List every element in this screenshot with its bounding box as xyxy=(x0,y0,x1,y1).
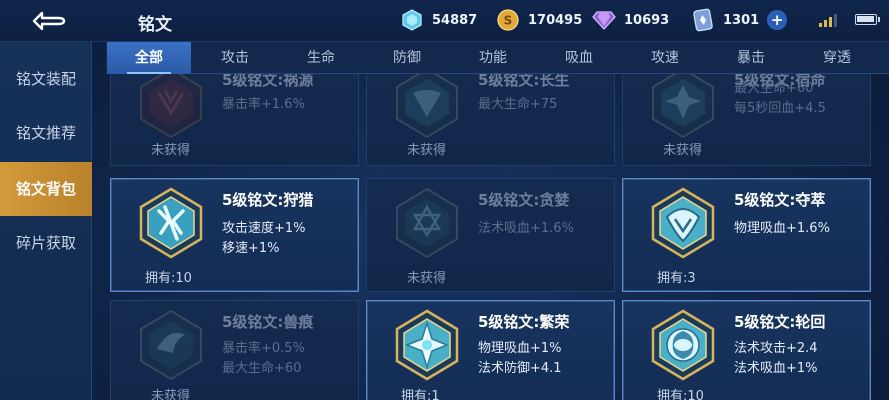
sidebar-item-inscription-bag[interactable]: 铭文背包 xyxy=(0,162,92,216)
svg-text:S: S xyxy=(504,14,513,28)
inscription-card[interactable]: 5级铭文:狩猎 攻击速度+1% 移速+1% 拥有:10 xyxy=(110,178,359,292)
inscription-status: 未获得 xyxy=(663,143,703,158)
inscription-name: 5级铭文:狩猎 xyxy=(222,191,314,209)
inscription-stat: 暴击率+1.6% xyxy=(222,97,305,112)
back-button[interactable] xyxy=(28,8,72,34)
coupon-value: 1301 xyxy=(723,12,760,28)
purple-crystal-icon xyxy=(592,8,616,32)
add-coupon-button[interactable]: + xyxy=(767,10,788,30)
inscription-emblem-icon xyxy=(140,74,202,139)
tab-attack-speed[interactable]: 攻速 xyxy=(623,42,707,74)
inscription-stat: 最大生命+60 xyxy=(734,81,814,96)
tab-defense[interactable]: 防御 xyxy=(365,42,449,74)
inscription-stat: 移速+1% xyxy=(222,241,280,256)
tab-penetration[interactable]: 穿透 xyxy=(795,42,879,74)
tab-utility[interactable]: 功能 xyxy=(451,42,535,74)
sidebar-item-inscription-equip[interactable]: 铭文装配 xyxy=(0,52,92,106)
category-tabs: 全部 攻击 生命 防御 功能 吸血 攻速 暴击 穿透 xyxy=(106,42,889,74)
inscription-name: 5级铭文:祸源 xyxy=(222,74,314,89)
inscription-grid: 5级铭文:祸源 暴击率+1.6% 未获得 5级铭文:长生 最大生命+75 未获得… xyxy=(110,74,889,400)
inscription-name: 5级铭文:贪婪 xyxy=(478,191,570,209)
inscription-emblem-icon xyxy=(396,74,458,139)
coupon-card-icon xyxy=(691,8,715,32)
sidebar-item-inscription-recommend[interactable]: 铭文推荐 xyxy=(0,106,92,160)
beast-mark-inscription-icon xyxy=(140,309,202,381)
inscription-stat: 暴击率+0.5% xyxy=(222,341,305,356)
inscription-status: 拥有:3 xyxy=(657,271,696,286)
inscription-status: 未获得 xyxy=(407,271,447,286)
diamond-value: 54887 xyxy=(432,12,478,28)
inscription-status: 未获得 xyxy=(151,389,191,400)
hunting-inscription-icon xyxy=(139,187,203,259)
inscription-status: 未获得 xyxy=(151,143,191,158)
inscription-card[interactable]: 5级铭文:宿命 最大生命+60 每5秒回血+4.5 未获得 xyxy=(622,74,871,166)
inscription-card[interactable]: 5级铭文:繁荣 物理吸血+1% 法术防御+4.1 拥有:1 xyxy=(366,300,615,400)
battery-icon xyxy=(855,14,880,25)
inscription-status: 拥有:1 xyxy=(401,389,440,400)
inscription-screen: 铭文 54887 S 170495 10693 1301 + 铭文装配 铭文推荐… xyxy=(0,0,889,400)
inscription-stat: 每5秒回血+4.5 xyxy=(734,101,826,116)
inscription-status: 拥有:10 xyxy=(145,271,192,286)
inscription-stat: 最大生命+75 xyxy=(478,97,558,112)
coupon-counter: 1301 + xyxy=(691,8,788,32)
diamond-icon xyxy=(400,8,424,32)
tab-all[interactable]: 全部 xyxy=(107,42,191,74)
inscription-card[interactable]: 5级铭文:夺萃 物理吸血+1.6% 拥有:3 xyxy=(622,178,871,292)
tab-critical[interactable]: 暴击 xyxy=(709,42,793,74)
greed-inscription-icon xyxy=(396,187,458,259)
gold-coin-icon: S xyxy=(496,8,520,32)
back-arrow-icon xyxy=(32,11,66,31)
inscription-card[interactable]: 5级铭文:祸源 暴击率+1.6% 未获得 xyxy=(110,74,359,166)
inscription-card[interactable]: 5级铭文:长生 最大生命+75 未获得 xyxy=(366,74,615,166)
gold-counter: S 170495 xyxy=(496,8,582,32)
inscription-stat: 物理吸血+1.6% xyxy=(734,221,830,236)
inscription-stat: 物理吸血+1% xyxy=(478,341,562,356)
inscription-status: 拥有:10 xyxy=(657,389,704,400)
page-title: 铭文 xyxy=(138,15,172,35)
tab-lifesteal[interactable]: 吸血 xyxy=(537,42,621,74)
sidebar-item-fragment-obtain[interactable]: 碎片获取 xyxy=(0,216,92,270)
crystal-value: 10693 xyxy=(624,12,670,28)
inscription-stat: 法术防御+4.1 xyxy=(478,361,562,376)
inscription-emblem-icon xyxy=(652,74,714,139)
inscription-name: 5级铭文:轮回 xyxy=(734,313,826,331)
inscription-stat: 最大生命+60 xyxy=(222,361,302,376)
gold-value: 170495 xyxy=(528,12,583,28)
inscription-name: 5级铭文:兽痕 xyxy=(222,313,314,331)
seize-inscription-icon xyxy=(651,187,715,259)
top-bar: 铭文 54887 S 170495 10693 1301 + xyxy=(0,0,889,42)
inscription-stat: 攻击速度+1% xyxy=(222,221,306,236)
reincarnation-inscription-icon xyxy=(651,309,715,381)
inscription-name: 5级铭文:长生 xyxy=(478,74,570,89)
prosperity-inscription-icon xyxy=(395,309,459,381)
signal-strength-icon xyxy=(819,13,837,27)
crystal-counter: 10693 xyxy=(592,8,669,32)
inscription-card[interactable]: 5级铭文:轮回 法术攻击+2.4 法术吸血+1% 拥有:10 xyxy=(622,300,871,400)
tab-health[interactable]: 生命 xyxy=(279,42,363,74)
tab-attack[interactable]: 攻击 xyxy=(193,42,277,74)
inscription-name: 5级铭文:繁荣 xyxy=(478,313,570,331)
inscription-card[interactable]: 5级铭文:兽痕 暴击率+0.5% 最大生命+60 未获得 xyxy=(110,300,359,400)
inscription-stat: 法术吸血+1% xyxy=(734,361,818,376)
diamond-counter: 54887 xyxy=(400,8,477,32)
inscription-card[interactable]: 5级铭文:贪婪 法术吸血+1.6% 未获得 xyxy=(366,178,615,292)
inscription-status: 未获得 xyxy=(407,143,447,158)
inscription-stat: 法术攻击+2.4 xyxy=(734,341,818,356)
sidebar: 铭文装配 铭文推荐 铭文背包 碎片获取 xyxy=(0,42,92,400)
inscription-name: 5级铭文:夺萃 xyxy=(734,191,826,209)
inscription-stat: 法术吸血+1.6% xyxy=(478,221,574,236)
